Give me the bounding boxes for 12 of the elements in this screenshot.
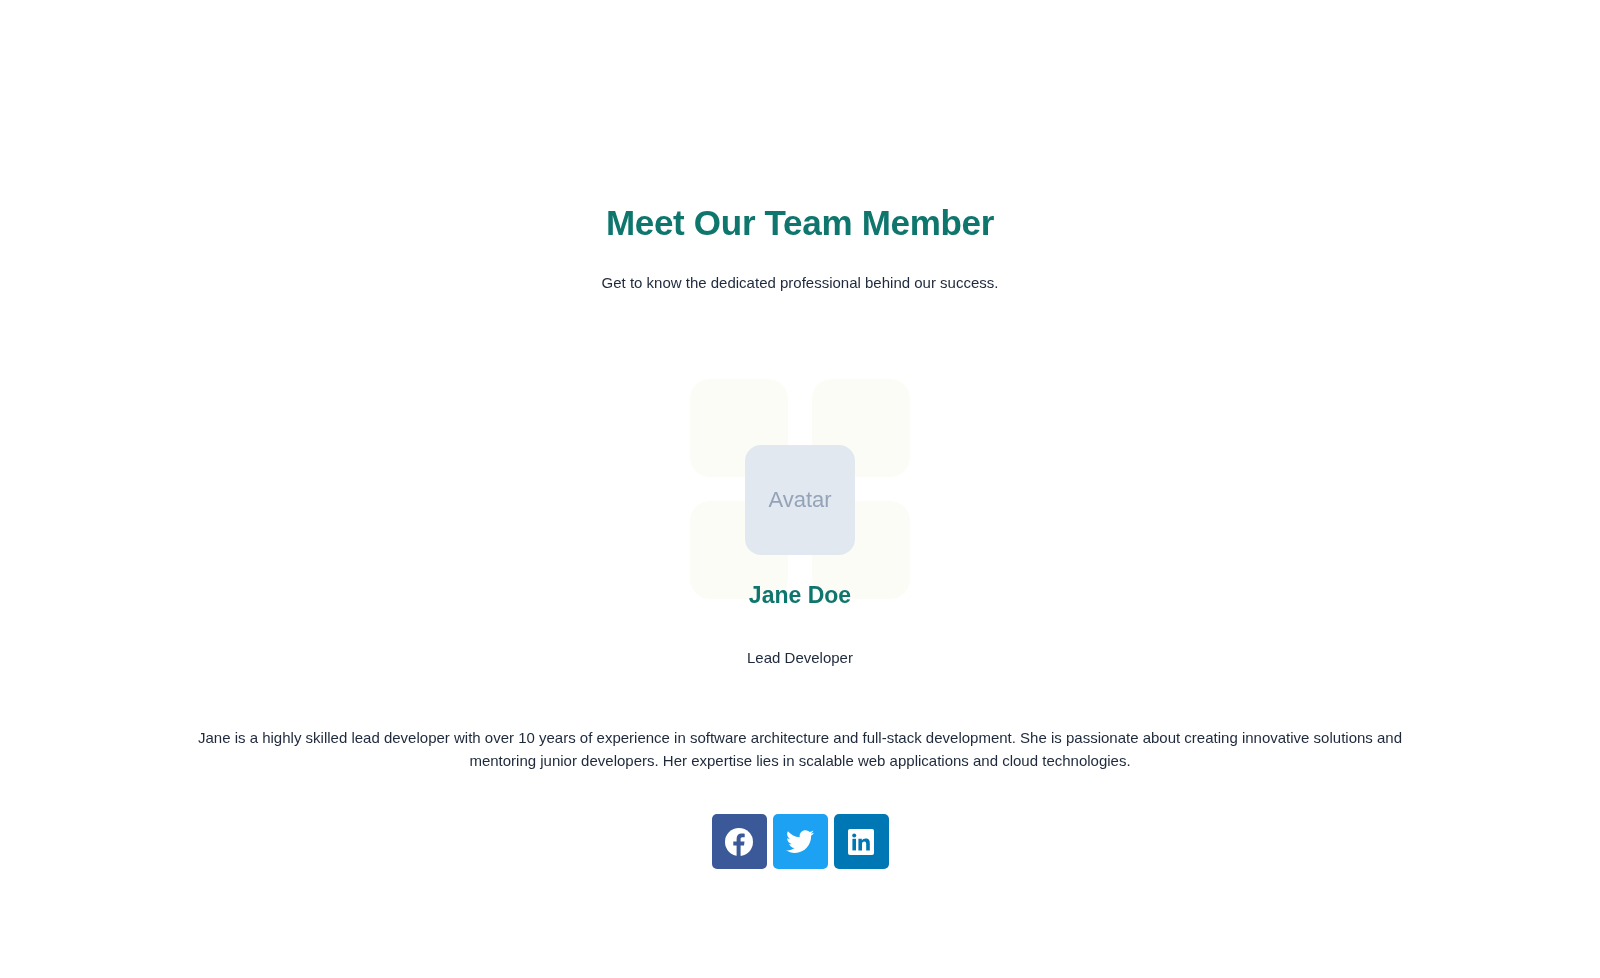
member-role: Lead Developer <box>747 648 853 668</box>
section-subtitle: Get to know the dedicated professional behind our success. <box>601 273 999 293</box>
member-bio: Jane is a highly skilled lead developer with over 10 years of experience in software architecture and full-stack development. She is passionate about creating innovative solutions and mentoring junior developers. Her expertise lies in scalable web applications and cloud technologies. <box>197 728 1403 771</box>
social-link-button[interactable] <box>772 814 828 869</box>
linkedin-icon <box>848 828 874 855</box>
avatar-label: Avatar <box>768 487 832 513</box>
facebook-icon <box>725 827 753 856</box>
social-link-button[interactable] <box>711 814 767 869</box>
bird-icon <box>786 830 814 853</box>
member-name: Jane Doe <box>748 581 852 610</box>
social-link-button[interactable] <box>833 814 889 869</box>
section-title: Meet Our Team Member <box>605 202 995 244</box>
